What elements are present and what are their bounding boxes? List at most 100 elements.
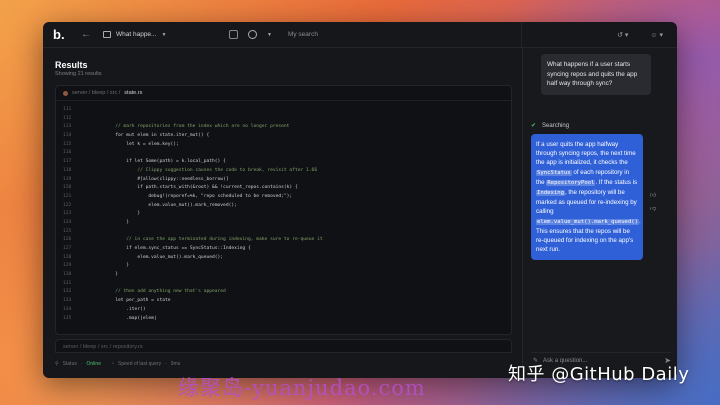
code-text: } [82, 211, 141, 217]
line-number: 125 [63, 228, 72, 234]
assistant-answer: If a user quits the app halfway through … [531, 134, 643, 261]
page-title: Results [55, 60, 88, 70]
chevron-down-icon: ▼ [161, 31, 167, 38]
line-number: 112 [63, 115, 72, 121]
code-line: 129 } [56, 262, 511, 271]
line-number: 124 [63, 219, 72, 225]
code-text: // then add anything new that's appeared [82, 289, 226, 295]
code-line: 112 [56, 115, 511, 124]
code-text: debug!(reporef=%k, "repo scheduled to be… [82, 193, 293, 199]
thumbs-up-icon[interactable]: 👍︎ [650, 191, 656, 199]
line-number: 115 [63, 141, 72, 147]
user-icon[interactable]: ☺ ▾ [650, 31, 663, 39]
document-icon[interactable] [229, 30, 238, 39]
code-line: 130 } [56, 271, 511, 280]
answer-code: Indexing [536, 190, 565, 197]
speed-icon: ◔ [110, 361, 115, 367]
status-badge: Online [86, 361, 101, 367]
code-line: 132 // then add anything new that's appe… [56, 288, 511, 297]
line-number: 120 [63, 185, 72, 191]
chevron-down-icon[interactable]: ▼ [267, 32, 272, 38]
code-line: 119 #[allow(clippy::needless_borrow)] [56, 176, 511, 185]
answer-code: SyncStatus [536, 169, 572, 176]
code-line: 121 debug!(reporef=%k, "repo scheduled t… [56, 193, 511, 202]
app-logo[interactable]: b. [53, 27, 75, 42]
line-number: 128 [63, 254, 72, 260]
status-icon: ⚲ [55, 361, 59, 367]
chat-icon[interactable] [248, 30, 257, 39]
code-line: 117 if let Some(path) = k.local_path() { [56, 158, 511, 167]
speed-value: 9ms [170, 361, 181, 367]
code-line: 133 let per_path = state [56, 297, 511, 306]
code-text: let k = elem.key(); [82, 141, 179, 147]
back-arrow-icon[interactable]: ← [81, 29, 91, 40]
code-line: 123 } [56, 210, 511, 219]
code-block: 111 112 113 // mark repositories from the … [56, 101, 511, 323]
code-line: 131 [56, 280, 511, 289]
code-result-card[interactable]: server / bleep / src / state.rs 111 112 11… [55, 85, 512, 335]
divider [521, 22, 522, 48]
code-text: let per_path = state [82, 298, 171, 304]
line-number: 129 [63, 263, 72, 269]
code-text: // mark repositories from the index whic… [82, 124, 290, 130]
code-line: 126 // in case the app terminated during… [56, 236, 511, 245]
project-selector[interactable]: What happe... ▼ [103, 31, 166, 38]
code-text: // Clippy suggestion causes the code to … [82, 167, 318, 173]
line-number: 122 [63, 202, 72, 208]
code-text: .map(|elem| [82, 315, 157, 321]
code-line: 124 } [56, 219, 511, 228]
line-number: 134 [63, 306, 72, 312]
code-text: for mut elem in state.iter_mut() { [82, 133, 210, 139]
line-number: 111 [63, 107, 72, 112]
check-icon: ✔ [531, 123, 537, 129]
path-prefix: server / bleep / src / [72, 90, 121, 96]
file-name: state.rs [124, 90, 143, 96]
code-text: .iter() [82, 306, 146, 312]
code-line: 134 .iter() [56, 306, 511, 315]
file-path: server / bleep / src / repository.rs [63, 344, 143, 350]
code-line: 114 for mut elem in state.iter_mut() { [56, 132, 511, 141]
code-line: 125 [56, 228, 511, 237]
zhihu-watermark: 知乎 @GitHub Daily [508, 364, 690, 385]
line-number: 135 [63, 315, 72, 321]
user-message: What happens if a user starts syncing re… [541, 54, 651, 95]
speed-label: Speed of last query [118, 361, 162, 367]
code-result-card[interactable]: server / bleep / src / repository.rs [55, 339, 512, 353]
line-number: 113 [63, 124, 72, 130]
top-bar: b. ← What happe... ▼ ▼ My search ↺ ▾ ☺ ▾ [43, 22, 677, 48]
status-label: Status [62, 361, 77, 367]
file-path[interactable]: server / bleep / src / state.rs [56, 86, 511, 101]
line-number: 119 [63, 176, 72, 182]
code-line: 120 if path.starts_with(&root) && !curre… [56, 184, 511, 193]
history-icon[interactable]: ↺ ▾ [617, 31, 628, 39]
site-watermark: 缘聚岛-yuanjudao.com [178, 376, 426, 400]
line-number: 130 [63, 272, 72, 278]
line-number: 114 [63, 133, 72, 139]
line-number: 116 [63, 150, 72, 156]
search-input[interactable]: My search [288, 31, 318, 38]
code-text: elem.value_mut().mark_queued(); [82, 254, 224, 260]
search-status: ✔ Searching [531, 122, 570, 130]
line-number: 132 [63, 289, 72, 295]
code-text: #[allow(clippy::needless_borrow)] [82, 176, 229, 182]
code-text: if path.starts_with(&root) && !current_r… [82, 185, 298, 191]
code-text: } [82, 219, 130, 225]
line-number: 127 [63, 246, 72, 251]
code-text: if let Some(path) = k.local_path() { [82, 159, 226, 165]
search-status-label: Searching [542, 122, 570, 129]
code-line: 127 if elem.sync_status == SyncStatus::I… [56, 245, 511, 254]
code-line: 115 let k = elem.key(); [56, 141, 511, 150]
code-line: 116 [56, 149, 511, 158]
code-line: 128 elem.value_mut().mark_queued(); [56, 254, 511, 263]
thumbs-down-icon[interactable]: 👎︎ [650, 204, 656, 212]
code-text: elem.value_mut().mark_removed(); [82, 202, 237, 208]
code-line: 111 [56, 106, 511, 115]
status-bar: ⚲ Status · Online ◔ Speed of last query … [55, 361, 181, 367]
line-number: 118 [63, 167, 72, 173]
answer-text: If a user quits the app halfway through … [536, 141, 636, 167]
answer-code: elem.value_mut().mark_queued() [536, 218, 640, 225]
chat-panel: What happens if a user starts syncing re… [522, 48, 677, 378]
line-number: 117 [63, 159, 72, 165]
line-number: 131 [63, 280, 72, 286]
results-count: Showing 21 results [55, 71, 102, 77]
